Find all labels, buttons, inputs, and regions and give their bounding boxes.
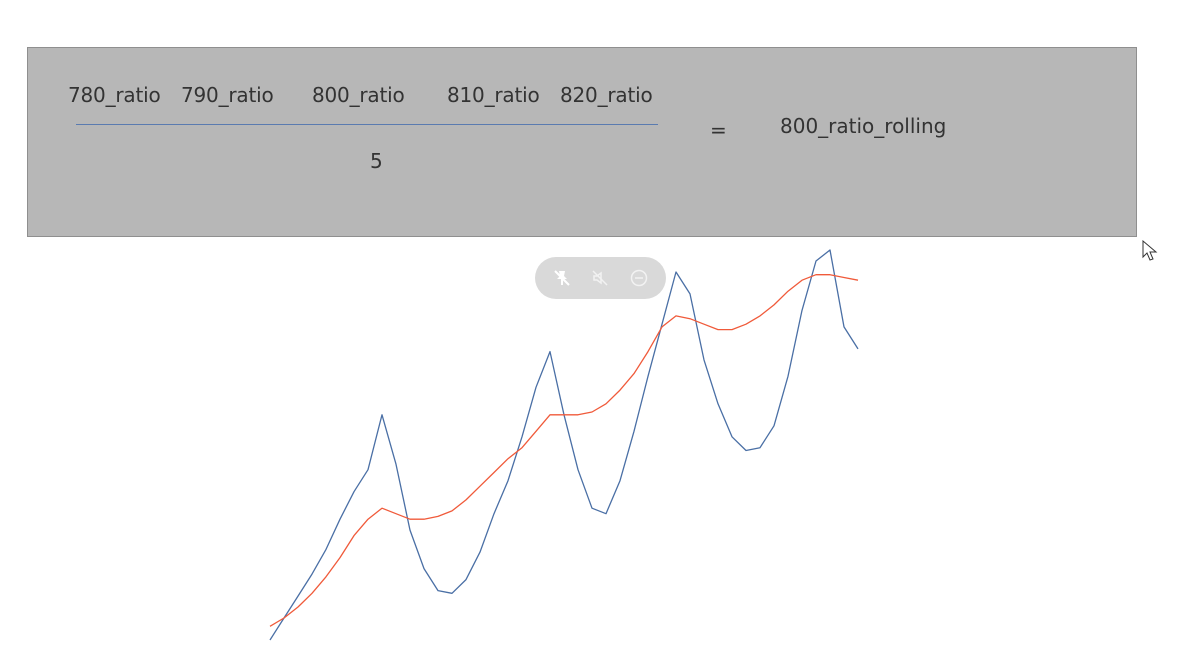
volume-mute-icon (592, 270, 609, 286)
series-line-rolling (269, 274, 859, 627)
remove-button[interactable] (626, 265, 652, 291)
pin-off-icon (554, 270, 570, 286)
minus-circle-icon (630, 269, 648, 287)
rolling-ratio-chart (269, 249, 859, 641)
mute-button[interactable] (587, 265, 613, 291)
pin-off-button[interactable] (549, 265, 575, 291)
mouse-cursor-icon (1142, 240, 1158, 261)
media-controls-pill (535, 257, 666, 299)
